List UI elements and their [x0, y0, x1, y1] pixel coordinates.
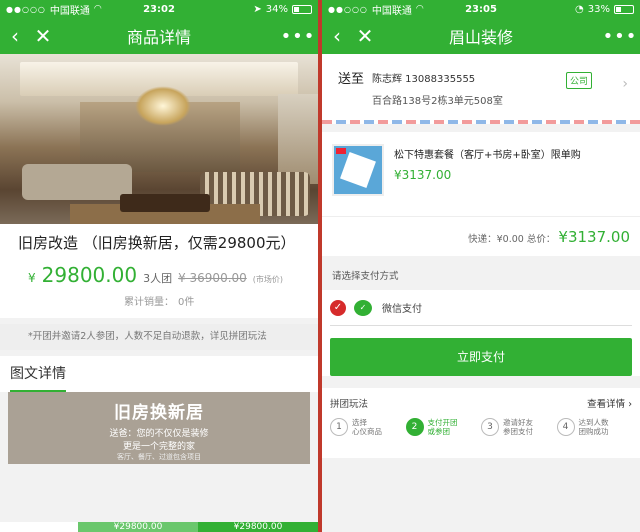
back-icon[interactable]: ‹ — [0, 24, 30, 48]
group-step: 1 选择 心仪商品 — [330, 418, 406, 436]
start-group-button[interactable]: ¥29800.00 — [198, 522, 318, 532]
address-detail: 百合路138号2栋3单元508室 — [372, 96, 503, 107]
step-line2: 心仪商品 — [352, 427, 382, 436]
step-number: 4 — [556, 418, 575, 436]
product-thumbnail — [332, 144, 384, 196]
banner-line1: 送爸：您的不仅仅是装修 — [109, 429, 209, 439]
battery-percent: 33% — [587, 3, 610, 15]
battery-icon — [292, 4, 312, 14]
group-notice: *开团并邀请2人参团，人数不足自动退款，详见拼团玩法 — [0, 324, 318, 350]
step-number: 2 — [405, 418, 424, 436]
step-line2: 或参团 — [427, 427, 451, 436]
close-icon[interactable]: ✕ — [352, 24, 378, 48]
status-bar: ●●○○○ 中国联通 ◠ 23:05 ◔ 33% — [322, 0, 640, 18]
step-number: 1 — [330, 418, 348, 436]
payment-method-label: 请选择支付方式 — [322, 264, 640, 290]
group-price: 29800.00 — [41, 263, 138, 287]
banner-line2: 更是一个完整的家 — [122, 442, 195, 452]
close-icon[interactable]: ✕ — [30, 24, 56, 48]
battery-percent: 34% — [265, 3, 288, 15]
step-line1: 邀请好友 — [503, 418, 533, 427]
step-line1: 选择 — [352, 418, 367, 427]
home-icon[interactable] — [0, 522, 78, 532]
product-detail-screen: ●●○○○ 中国联通 ◠ 23:02 ➤ 34% ‹ ✕ 商品详情 ••• 旧房… — [0, 0, 318, 532]
market-price-label: (市场价) — [252, 275, 284, 284]
group-rules: 拼团玩法 查看详情 › 1 选择 心仪商品 2 支付开团 或参团 3 邀请好友 参团支… — [322, 388, 640, 458]
sales-count: 累计销量： 0件 — [0, 289, 318, 318]
product-image[interactable] — [0, 54, 318, 224]
payment-method-name: 微信支付 — [382, 304, 422, 315]
buy-alone-button[interactable]: ¥29800.00 — [78, 522, 198, 532]
wechat-pay-icon: ✓ — [354, 299, 372, 316]
total-label: 总价： — [526, 234, 556, 245]
sales-label: 累计销量： — [124, 297, 174, 308]
shipping-fee: 快递：¥0.00 — [468, 234, 524, 245]
banner-title: 旧房换新居 — [114, 403, 204, 423]
payment-section: ✓ ✓ 微信支付 立即支付 — [322, 290, 640, 376]
item-name: 松下特惠套餐（客厅+书房+卧室）限单购 — [394, 150, 581, 161]
address-tag: 公司 — [566, 72, 593, 89]
promo-banner: 旧房换新居 送爸：您的不仅仅是装修 更是一个完整的家 客厅、餐厅、过道包含项目 — [8, 392, 310, 464]
ship-to-label: 送至 — [338, 72, 365, 87]
step-line1: 支付开团 — [427, 418, 458, 427]
group-step: 4 达到人数 团购成功 — [556, 418, 633, 436]
recipient-name-phone: 陈志辉 13088335555 — [372, 74, 476, 85]
original-price: ¥ 36900.00 — [178, 271, 247, 285]
nav-bar: ‹ ✕ 商品详情 ••• — [0, 18, 318, 54]
more-icon[interactable]: ••• — [600, 26, 640, 47]
view-details-link[interactable]: 查看详情 › — [587, 396, 632, 410]
step-line1: 达到人数 — [578, 418, 609, 427]
chevron-right-icon: › — [622, 76, 628, 92]
step-line2: 参团支付 — [503, 427, 533, 436]
group-rules-title: 拼团玩法 — [330, 399, 369, 410]
payment-option-wechat[interactable]: ✓ ✓ 微信支付 — [330, 290, 632, 326]
product-title: 旧房改造 （旧房换新居，仅需29800元） — [0, 224, 318, 257]
currency-symbol: ¥ — [28, 271, 36, 285]
location-icon: ➤ — [253, 3, 262, 15]
group-steps: 1 选择 心仪商品 2 支付开团 或参团 3 邀请好友 参团支付 4 达到人数 团购成功 — [330, 418, 632, 436]
shipping-address[interactable]: 送至 陈志辉 13088335555 百合路138号2栋3单元508室 公司 › — [322, 54, 640, 120]
status-bar: ●●○○○ 中国联通 ◠ 23:02 ➤ 34% — [0, 0, 318, 18]
step-number: 3 — [481, 418, 499, 436]
pay-now-button[interactable]: 立即支付 — [330, 338, 632, 376]
group-step-active: 2 支付开团 或参团 — [405, 418, 482, 436]
back-icon[interactable]: ‹ — [322, 24, 352, 48]
total-price: ¥3137.00 — [558, 228, 630, 246]
address-stripe — [322, 120, 640, 124]
nav-bar: ‹ ✕ 眉山装修 ••• — [322, 18, 640, 54]
chandelier-graphic — [135, 86, 191, 126]
more-icon[interactable]: ••• — [278, 26, 318, 47]
group-rules-header: 拼团玩法 查看详情 › — [330, 394, 632, 412]
check-icon[interactable]: ✓ — [330, 299, 346, 316]
section-title: 图文详情 — [10, 366, 66, 382]
battery-icon — [614, 4, 634, 14]
sales-value: 0件 — [178, 297, 195, 308]
team-size: 3人团 — [143, 272, 173, 285]
group-step: 3 邀请好友 参团支付 — [481, 418, 557, 436]
order-totals: 快递：¥0.00 总价： ¥3137.00 — [322, 216, 640, 256]
banner-line3: 客厅、餐厅、过道包含项目 — [117, 453, 201, 461]
item-price: ¥3137.00 — [394, 168, 452, 182]
location-icon: ◔ — [575, 3, 584, 15]
order-item: 松下特惠套餐（客厅+书房+卧室）限单购 ¥3137.00 — [322, 132, 640, 216]
price-row: ¥ 29800.00 3人团 ¥ 36900.00 (市场价) — [0, 257, 318, 289]
bottom-action-bar: ¥29800.00 ¥29800.00 — [0, 522, 318, 532]
tab-details[interactable]: 图文详情 — [0, 356, 318, 392]
step-line2: 团购成功 — [578, 427, 609, 436]
checkout-screen: ●●○○○ 中国联通 ◠ 23:05 ◔ 33% ‹ ✕ 眉山装修 ••• 送至… — [322, 0, 640, 532]
